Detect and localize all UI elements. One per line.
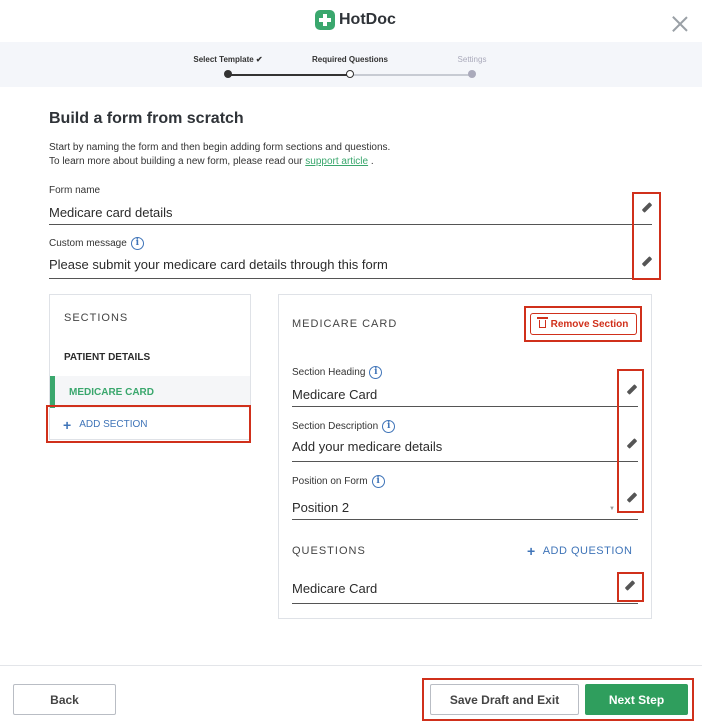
edit-section-heading-pencil-icon[interactable]	[626, 385, 638, 397]
step-label-required-questions: Required Questions	[311, 55, 389, 64]
app-name: HotDoc	[339, 11, 396, 28]
custom-message-label: Custom message i	[49, 237, 144, 250]
section-item-patient-details[interactable]: PATIENT DETAILS	[50, 341, 250, 373]
plus-icon: +	[63, 416, 72, 433]
intro-line-1: Start by naming the form and then begin …	[49, 142, 391, 153]
form-name-label-text: Form name	[49, 185, 101, 196]
close-icon[interactable]	[670, 14, 690, 34]
custom-message-label-text: Custom message	[49, 238, 127, 249]
section-description-value[interactable]: Add your medicare details	[292, 439, 442, 454]
section-description-label-text: Section Description	[292, 421, 379, 432]
intro-line-2-end: .	[368, 156, 374, 167]
section-heading-label-text: Section Heading	[292, 367, 366, 378]
hotdoc-logo: HotDoc	[315, 10, 396, 30]
hotdoc-cross-icon	[315, 10, 335, 30]
progress-stepper: Select Template ✔ Required Questions Set…	[0, 42, 702, 87]
info-icon[interactable]: i	[371, 475, 385, 488]
section-heading-label: Section Heading i	[292, 366, 383, 379]
section-item-medicare-card[interactable]: MEDICARE CARD	[50, 376, 250, 408]
add-section-label: ADD SECTION	[79, 419, 148, 430]
intro-line-2: To learn more about building a new form,…	[49, 155, 390, 169]
question-item[interactable]: Medicare Card	[292, 581, 377, 596]
questions-title: QUESTIONS	[292, 545, 366, 557]
step-connector-2	[350, 74, 472, 76]
back-button[interactable]: Back	[13, 684, 116, 715]
step-label-select-template: Select Template ✔	[193, 55, 263, 64]
save-draft-and-exit-button[interactable]: Save Draft and Exit	[430, 684, 579, 715]
sections-title: SECTIONS	[64, 312, 129, 324]
step-connector-1	[228, 74, 350, 76]
add-question-button[interactable]: + ADD QUESTION	[527, 543, 633, 559]
position-select-underline	[292, 519, 638, 520]
info-icon[interactable]: i	[130, 237, 144, 250]
section-detail-panel	[278, 294, 652, 619]
edit-form-name-pencil-icon[interactable]	[641, 203, 653, 215]
info-icon[interactable]: i	[369, 366, 383, 379]
header: HotDoc	[0, 0, 702, 42]
info-icon[interactable]: i	[382, 420, 396, 433]
trash-icon	[536, 317, 548, 328]
remove-section-label: Remove Section	[550, 318, 629, 330]
edit-section-description-pencil-icon[interactable]	[626, 439, 638, 451]
support-article-link[interactable]: support article	[305, 156, 368, 167]
edit-position-pencil-icon[interactable]	[626, 493, 638, 505]
chevron-down-icon[interactable]: ▼	[609, 506, 615, 512]
edit-question-pencil-icon[interactable]	[624, 581, 636, 593]
position-on-form-label: Position on Form i	[292, 475, 385, 488]
add-question-label: ADD QUESTION	[542, 545, 633, 557]
form-name-underline	[49, 224, 652, 225]
section-detail-title: MEDICARE CARD	[292, 318, 398, 330]
section-heading-underline	[292, 406, 638, 407]
step-label-settings: Settings	[457, 55, 487, 64]
section-description-underline	[292, 461, 638, 462]
question-item-underline	[292, 603, 638, 604]
footer-divider	[0, 665, 702, 666]
section-description-label: Section Description i	[292, 420, 396, 433]
edit-custom-message-pencil-icon[interactable]	[641, 257, 653, 269]
step-dot-upcoming	[468, 70, 476, 78]
next-step-button[interactable]: Next Step	[585, 684, 688, 715]
form-name-value[interactable]: Medicare card details	[49, 205, 173, 220]
remove-section-button[interactable]: Remove Section	[530, 313, 637, 335]
section-heading-value[interactable]: Medicare Card	[292, 387, 377, 402]
page-intro: Start by naming the form and then begin …	[49, 141, 390, 169]
plus-icon: +	[527, 543, 536, 559]
intro-line-2-text: To learn more about building a new form,…	[49, 156, 306, 167]
form-name-label: Form name	[49, 185, 100, 196]
page-title: Build a form from scratch	[49, 110, 244, 127]
step-dot-done	[224, 70, 232, 78]
step-dot-current	[346, 70, 354, 78]
custom-message-underline	[49, 278, 652, 279]
add-section-button[interactable]: + ADD SECTION	[63, 416, 148, 433]
position-select-value[interactable]: Position 2	[292, 500, 349, 515]
custom-message-value[interactable]: Please submit your medicare card details…	[49, 257, 388, 272]
position-on-form-label-text: Position on Form	[292, 476, 368, 487]
